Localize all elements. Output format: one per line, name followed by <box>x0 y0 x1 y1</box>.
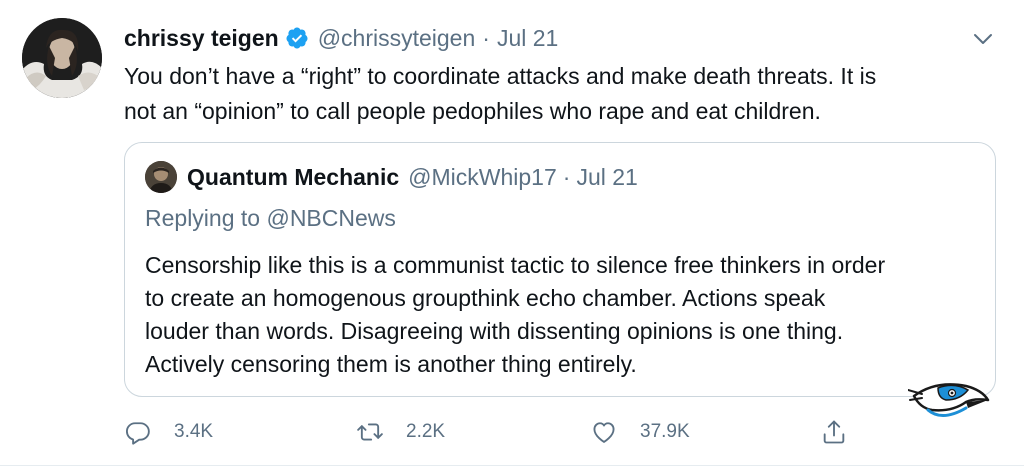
quoted-text-line: Actively censoring them is another thing… <box>145 351 637 377</box>
quoted-tweet-date: Jul 21 <box>576 163 638 190</box>
author-handle[interactable]: @chrissyteigen <box>318 25 476 52</box>
quoted-text-line: louder than words. Disagreeing with diss… <box>145 318 844 344</box>
heart-icon <box>590 418 618 446</box>
verified-badge-icon <box>285 26 309 50</box>
reply-button[interactable]: 3.4K <box>124 412 213 452</box>
chevron-down-icon[interactable] <box>970 28 996 50</box>
bird-mascot-logo <box>907 376 990 424</box>
tweet-date[interactable]: Jul 21 <box>497 25 558 52</box>
quoted-text-line: to create an homogenous groupthink echo … <box>145 285 826 311</box>
quoted-author-avatar <box>145 161 177 193</box>
share-button[interactable] <box>820 412 848 452</box>
replying-to-mention: @NBCNews <box>266 205 396 231</box>
tweet-text-line: You don’t have a “right” to coordinate a… <box>124 63 877 89</box>
like-button[interactable]: 37.9K <box>590 412 690 452</box>
avatar-photo <box>22 18 102 98</box>
header-separator: · <box>482 24 490 51</box>
retweet-button[interactable]: 2.2K <box>356 412 445 452</box>
tweet-text: You don’t have a “right” to coordinate a… <box>124 59 994 129</box>
retweet-count: 2.2K <box>406 421 446 442</box>
replying-to-label: Replying to @NBCNews <box>145 205 396 232</box>
quoted-tweet[interactable]: Quantum Mechanic @MickWhip17 · Jul 21 Re… <box>124 142 996 397</box>
tweet-text-line: not an “opinion” to call people pedophil… <box>124 98 821 124</box>
quoted-tweet-text: Censorship like this is a communist tact… <box>145 249 980 381</box>
tweet-header: chrissy teigen @chrissyteigen · Jul 21 <box>124 22 558 54</box>
quoted-header-separator: · <box>562 163 571 190</box>
author-name[interactable]: chrissy teigen <box>124 25 279 52</box>
quoted-tweet-header: Quantum Mechanic @MickWhip17 · Jul 21 <box>145 161 638 193</box>
quoted-author-name: Quantum Mechanic <box>187 163 400 190</box>
like-count: 37.9K <box>640 421 690 442</box>
tweet-card[interactable]: chrissy teigen @chrissyteigen · Jul 21 Y… <box>0 0 1024 466</box>
reply-icon <box>124 418 152 446</box>
retweet-icon <box>356 418 384 446</box>
reply-count: 3.4K <box>174 421 214 442</box>
author-avatar[interactable] <box>22 18 102 98</box>
replying-to-prefix: Replying to <box>145 205 261 231</box>
quoted-author-handle: @MickWhip17 <box>408 163 557 190</box>
tweet-actions: 3.4K 2.2K 37.9K <box>124 412 845 452</box>
quoted-text-line: Censorship like this is a communist tact… <box>145 252 886 278</box>
share-icon <box>820 418 848 446</box>
